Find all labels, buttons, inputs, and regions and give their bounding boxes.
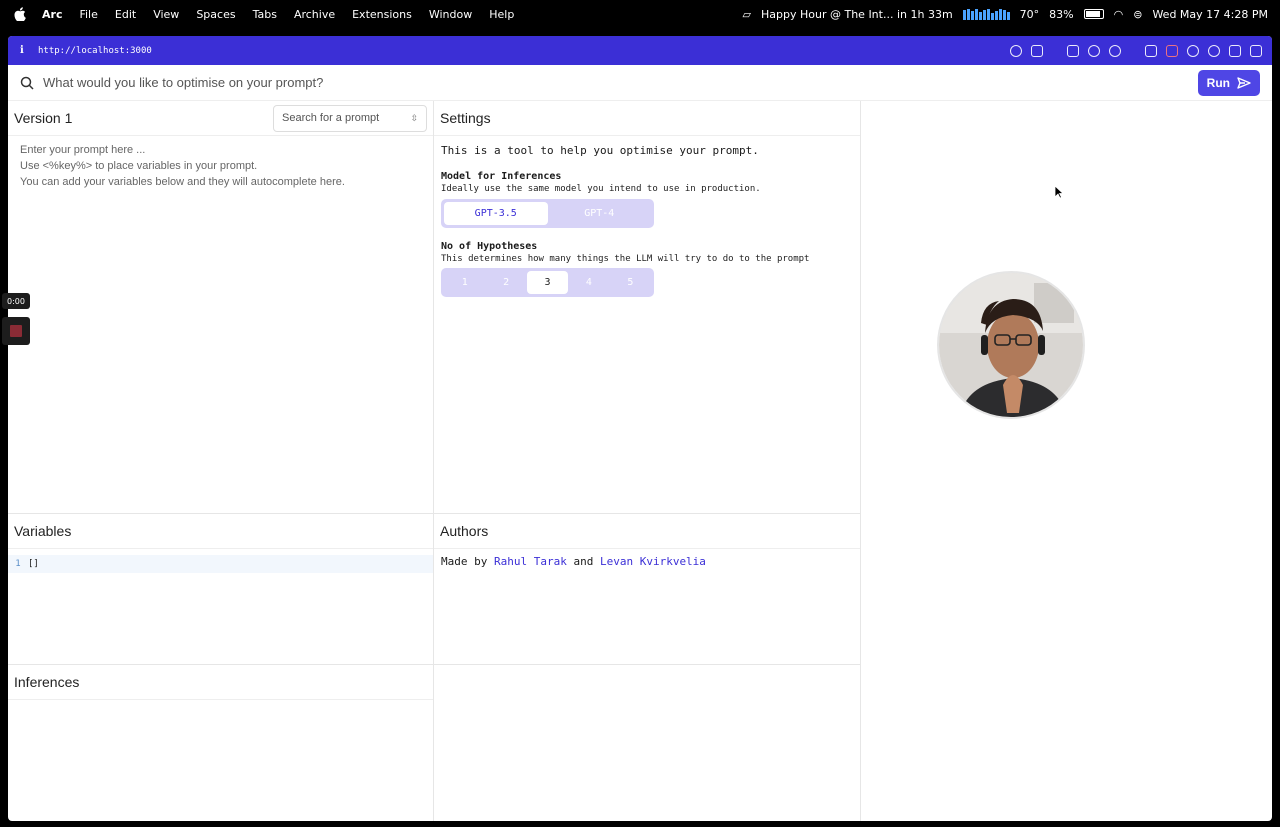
menu-archive[interactable]: Archive — [294, 8, 335, 21]
mouse-cursor-icon — [1054, 185, 1064, 199]
menu-help[interactable]: Help — [489, 8, 514, 21]
camera-icon[interactable] — [1031, 44, 1043, 57]
model-option-gpt35[interactable]: GPT-3.5 — [444, 202, 548, 225]
hypotheses-hint: This determines how many things the LLM … — [441, 254, 810, 264]
menu-view[interactable]: View — [153, 8, 179, 21]
menu-tabs[interactable]: Tabs — [253, 8, 277, 21]
terminal-icon[interactable] — [1067, 44, 1079, 57]
hypotheses-option-2[interactable]: 2 — [485, 271, 526, 294]
recording-timer: 0:00 — [2, 293, 30, 309]
extension-icon[interactable] — [1145, 44, 1157, 57]
chevron-up-down-icon: ⇳ — [410, 112, 418, 123]
extension-w-icon[interactable] — [1208, 44, 1220, 57]
control-center-icon[interactable]: ⊜ — [1133, 8, 1142, 21]
battery-percent: 83% — [1049, 7, 1074, 21]
settings-title: Settings — [440, 110, 491, 126]
battery-icon[interactable] — [1083, 9, 1104, 19]
link-icon[interactable] — [1010, 44, 1022, 57]
grid-icon[interactable] — [1229, 44, 1241, 57]
globe-icon[interactable] — [1088, 44, 1100, 57]
menu-extensions[interactable]: Extensions — [352, 8, 412, 21]
screen-recorder-controls: 0:00 — [2, 293, 30, 345]
main-grid: Version 1 Search for a prompt ⇳ Enter yo… — [8, 101, 1272, 821]
prompt-placeholder-line: You can add your variables below and the… — [20, 176, 345, 188]
menu-edit[interactable]: Edit — [115, 8, 136, 21]
settings-description: This is a tool to help you optimise your… — [441, 144, 759, 157]
line-number: 1 — [15, 559, 21, 569]
sidebar-toggle-icon[interactable] — [1250, 44, 1262, 57]
toolbar-divider — [1130, 45, 1136, 57]
url-text[interactable]: http://localhost:3000 — [38, 46, 152, 56]
url-bar: i http://localhost:3000 — [8, 36, 1272, 65]
settings-header: Settings — [434, 101, 860, 136]
menu-window[interactable]: Window — [429, 8, 472, 21]
hypotheses-label: No of Hypotheses — [441, 241, 538, 252]
variables-title: Variables — [14, 523, 72, 539]
menu-spaces[interactable]: Spaces — [196, 8, 235, 21]
hypotheses-selector: 1 2 3 4 5 — [441, 268, 654, 297]
browser-window: i http://localhost:3000 Run — [8, 36, 1272, 821]
prompt-placeholder-line: Enter your prompt here ... — [20, 144, 146, 156]
model-label: Model for Inferences — [441, 171, 562, 182]
shield-icon[interactable] — [1187, 44, 1199, 57]
webcam-bubble[interactable] — [937, 271, 1085, 419]
hypotheses-option-4[interactable]: 4 — [568, 271, 609, 294]
stop-icon — [10, 325, 22, 337]
inferences-title: Inferences — [14, 674, 80, 690]
variables-pane: Variables 1 [] — [8, 514, 434, 665]
menu-file[interactable]: File — [79, 8, 97, 21]
hypotheses-option-5[interactable]: 5 — [610, 271, 651, 294]
wifi-icon[interactable]: ◠ — [1114, 8, 1124, 21]
model-hint: Ideally use the same model you intend to… — [441, 184, 761, 194]
inferences-pane: Inferences — [8, 665, 434, 821]
cpu-meter-icon[interactable] — [962, 8, 1010, 20]
inferences-header: Inferences — [8, 665, 433, 700]
authors-text: Made by Rahul Tarak and Levan Kvirkvelia — [434, 549, 860, 574]
version-title: Version 1 — [14, 110, 73, 126]
target-icon[interactable] — [1109, 44, 1121, 57]
toolbar-icons — [1010, 44, 1262, 57]
prompt-pane: Version 1 Search for a prompt ⇳ Enter yo… — [8, 101, 434, 514]
menu-arc[interactable]: Arc — [42, 8, 62, 21]
inferences-detail-pane — [434, 665, 861, 821]
author-link-rahul[interactable]: Rahul Tarak — [494, 555, 567, 568]
weather-temperature[interactable]: 70° — [1020, 8, 1040, 21]
apple-icon[interactable] — [14, 7, 26, 21]
authors-prefix: Made by — [441, 555, 488, 568]
model-option-gpt4[interactable]: GPT-4 — [548, 202, 652, 225]
settings-body: This is a tool to help you optimise your… — [434, 136, 860, 305]
variables-editor[interactable]: 1 [] — [8, 555, 433, 573]
toolbar-divider — [1052, 45, 1058, 57]
prompt-search-select[interactable]: Search for a prompt ⇳ — [273, 104, 427, 132]
extension-red-icon[interactable] — [1166, 44, 1178, 57]
authors-title: Authors — [440, 523, 489, 539]
calendar-icon[interactable]: ▱ — [743, 8, 751, 21]
hypotheses-option-1[interactable]: 1 — [444, 271, 485, 294]
run-button[interactable]: Run — [1197, 69, 1260, 96]
authors-joiner: and — [573, 555, 594, 568]
variables-header: Variables — [8, 514, 433, 549]
authors-pane: Authors Made by Rahul Tarak and Levan Kv… — [434, 514, 861, 665]
prompt-pane-header: Version 1 Search for a prompt ⇳ — [8, 101, 433, 136]
menu-clock[interactable]: Wed May 17 4:28 PM — [1152, 8, 1268, 21]
optimise-search-row: Run — [8, 65, 1272, 101]
search-icon — [20, 76, 34, 90]
author-link-levan[interactable]: Levan Kvirkvelia — [600, 555, 706, 568]
stop-recording-button[interactable] — [2, 317, 30, 345]
prompt-placeholder-line: Use <%key%> to place variables in your p… — [20, 160, 258, 172]
send-icon — [1237, 76, 1251, 89]
run-button-label: Run — [1206, 75, 1230, 90]
prompt-search-placeholder: Search for a prompt — [282, 112, 380, 124]
macos-menu-bar: Arc File Edit View Spaces Tabs Archive E… — [0, 0, 1280, 28]
presenter-video-icon — [939, 273, 1083, 417]
hypotheses-option-3[interactable]: 3 — [526, 271, 569, 294]
optimise-input[interactable] — [43, 75, 1198, 90]
site-info-icon[interactable]: i — [20, 45, 32, 56]
calendar-event[interactable]: Happy Hour @ The Int... in 1h 33m — [761, 8, 953, 21]
prompt-editor[interactable]: Enter your prompt here ... Use <%key%> t… — [8, 136, 433, 196]
settings-pane: Settings This is a tool to help you opti… — [434, 101, 861, 514]
variables-json: [] — [28, 559, 39, 569]
model-selector: GPT-3.5 GPT-4 — [441, 199, 654, 228]
authors-header: Authors — [434, 514, 860, 549]
